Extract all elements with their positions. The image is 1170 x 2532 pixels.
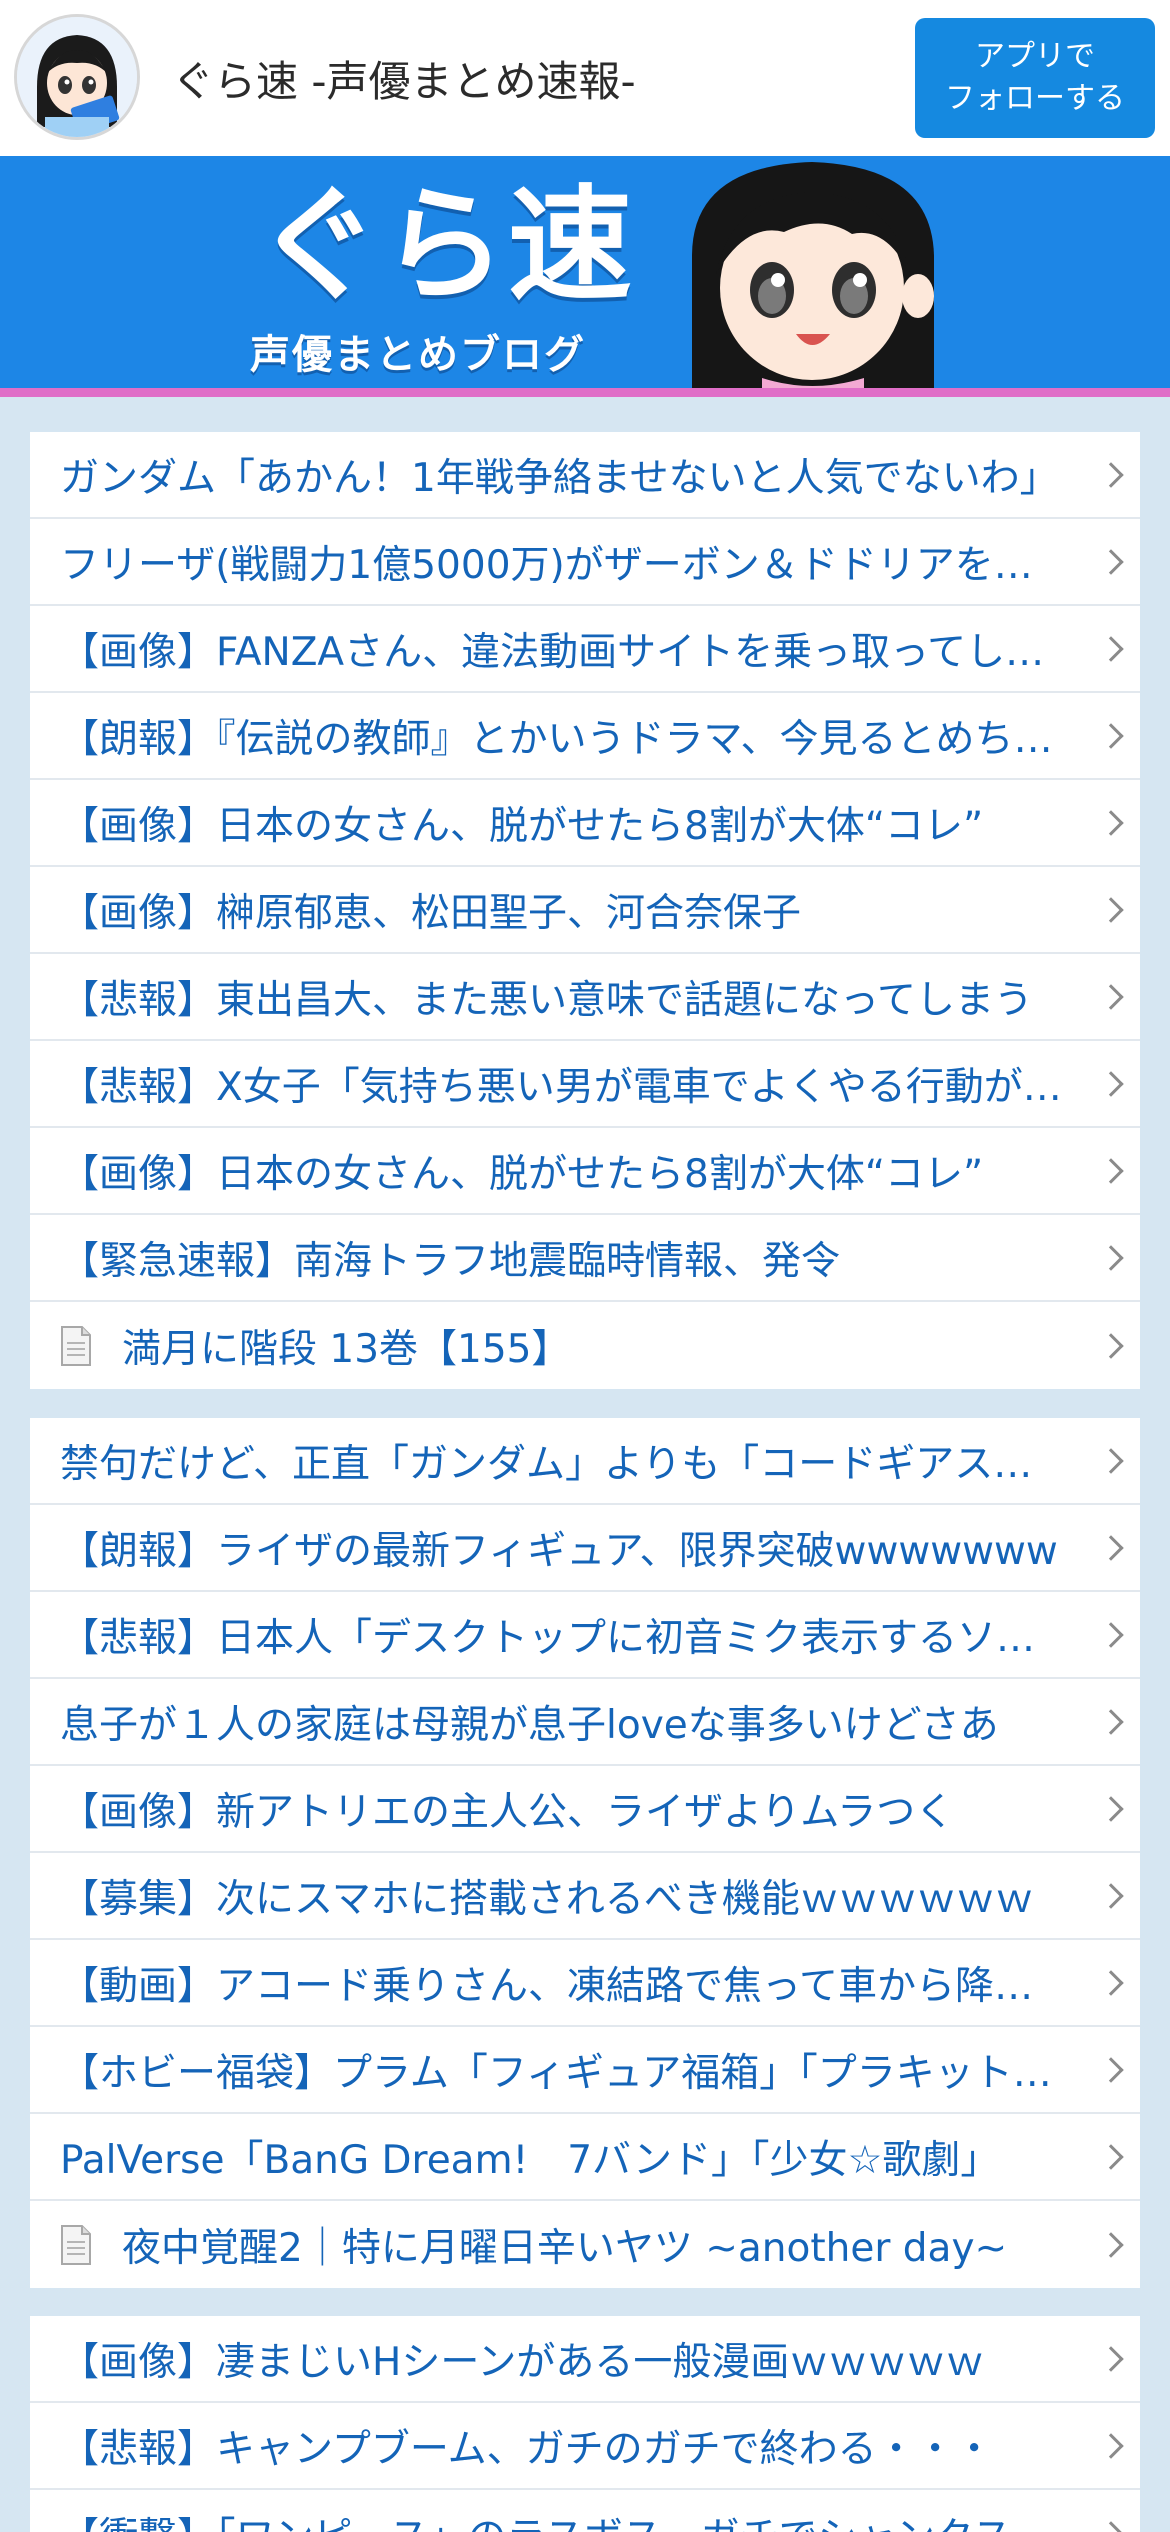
chevron-right-icon xyxy=(1098,1795,1124,1822)
list-item[interactable]: フリーザ(戦闘力1億5000万)がザーボン＆ドドリアを従えてた理由 xyxy=(30,519,1140,606)
banner-logo: ぐら速 xyxy=(256,174,635,318)
list-item[interactable]: 【朗報】ライザの最新フィギュア、限界突破wwwwwww xyxy=(30,1505,1140,1592)
article-list-2: 禁句だけど、正直「ガンダム」よりも「コードギアス」の方が面白い 【朗報】ライザの… xyxy=(30,1418,1140,2288)
article-title: 【画像】凄まじいHシーンがある一般漫画ｗｗｗｗｗ xyxy=(60,2339,985,2385)
chevron-right-icon xyxy=(1098,1244,1124,1271)
follow-button-line1: アプリで xyxy=(975,39,1095,74)
article-title: 【悲報】日本人「デスクトップに初音ミク表示するソフトがあります」 xyxy=(60,1615,1070,1661)
chevron-right-icon xyxy=(1098,635,1124,662)
list-item[interactable]: ガンダム「あかん！1年戦争絡ませないと人気でないわ」 xyxy=(30,432,1140,519)
chevron-right-icon xyxy=(1098,1157,1124,1184)
chevron-right-icon xyxy=(1098,983,1124,1010)
chevron-right-icon xyxy=(1098,1332,1124,1359)
article-list-3: 【画像】凄まじいHシーンがある一般漫画ｗｗｗｗｗ 【悲報】キャンプブーム、ガチの… xyxy=(30,2316,1140,2532)
article-title: 【悲報】X女子「気持ち悪い男が電車でよくやる行動がこちら」 xyxy=(60,1064,1070,1110)
list-item[interactable]: 【悲報】日本人「デスクトップに初音ミク表示するソフトがあります」 xyxy=(30,1592,1140,1679)
list-item[interactable]: 【募集】次にスマホに搭載されるべき機能ｗｗｗｗｗｗ xyxy=(30,1853,1140,1940)
article-title: 【募集】次にスマホに搭載されるべき機能ｗｗｗｗｗｗ xyxy=(60,1876,1034,1922)
article-title: 【朗報】『伝説の教師』とかいうドラマ、今見るとめちゃくちゃ面白い xyxy=(60,716,1070,762)
list-item[interactable]: 満月に階段 13巻【155】 xyxy=(30,1302,1140,1389)
article-title: 息子が１人の家庭は母親が息子loveな事多いけどさあ xyxy=(60,1702,999,1748)
document-icon xyxy=(61,2224,91,2265)
article-title: 【画像】新アトリエの主人公、ライザよりムラつく xyxy=(60,1789,955,1835)
chevron-right-icon xyxy=(1098,1070,1124,1097)
list-item[interactable]: 【悲報】東出昌大、また悪い意味で話題になってしまう xyxy=(30,954,1140,1041)
avatar-character-icon xyxy=(17,17,137,137)
chevron-right-icon xyxy=(1098,1882,1124,1909)
list-item[interactable]: 【緊急速報】南海トラフ地震臨時情報、発令 xyxy=(30,1215,1140,1302)
chevron-right-icon xyxy=(1098,461,1124,488)
article-title: 【悲報】キャンプブーム、ガチのガチで終わる・・・ xyxy=(60,2426,994,2472)
chevron-right-icon xyxy=(1098,722,1124,749)
list-item[interactable]: 【画像】日本の女さん、脱がせたら8割が大体“コレ” xyxy=(30,1128,1140,1215)
list-item[interactable]: 【画像】FANZAさん、違法動画サイトを乗っ取ってしまう xyxy=(30,606,1140,693)
article-title: 【動画】アコード乗りさん、凍結路で焦って車から降りる xyxy=(60,1963,1070,2009)
banner-accent-stripe xyxy=(0,388,1170,397)
follow-in-app-button[interactable]: アプリで フォローする xyxy=(915,18,1155,138)
article-title: 【悲報】東出昌大、また悪い意味で話題になってしまう xyxy=(60,977,1034,1023)
chevron-right-icon xyxy=(1098,548,1124,575)
mascot-character-icon xyxy=(692,162,934,388)
article-title: 【朗報】ライザの最新フィギュア、限界突破wwwwwww xyxy=(60,1528,1058,1574)
list-item[interactable]: 【朗報】『伝説の教師』とかいうドラマ、今見るとめちゃくちゃ面白い xyxy=(30,693,1140,780)
document-icon xyxy=(61,1325,91,1366)
banner-subtitle: 声優まとめブログ xyxy=(250,332,586,378)
chevron-right-icon xyxy=(1098,2143,1124,2170)
list-item[interactable]: 【衝撃】「ワンピース」のラスボス、ガチでシャンクス xyxy=(30,2490,1140,2532)
article-title: 【ホビー福袋】プラム「フィギュア福箱」「プラキット福箱」 xyxy=(60,2050,1070,2096)
list-item[interactable]: 禁句だけど、正直「ガンダム」よりも「コードギアス」の方が面白い xyxy=(30,1418,1140,1505)
chevron-right-icon xyxy=(1098,1969,1124,1996)
list-item[interactable]: 【動画】アコード乗りさん、凍結路で焦って車から降りる xyxy=(30,1940,1140,2027)
chevron-right-icon xyxy=(1098,1534,1124,1561)
article-title: 夜中覚醒2｜特に月曜日辛いヤツ ~another day~ xyxy=(122,2225,1008,2271)
chevron-right-icon xyxy=(1098,2520,1124,2532)
list-item[interactable]: 【画像】日本の女さん、脱がせたら8割が大体“コレ” xyxy=(30,780,1140,867)
site-title: ぐら速 -声優まとめ速報- xyxy=(172,57,636,106)
article-title: 【画像】日本の女さん、脱がせたら8割が大体“コレ” xyxy=(60,803,984,849)
follow-button-line2: フォローする xyxy=(945,81,1125,116)
chevron-right-icon xyxy=(1098,1621,1124,1648)
article-title: 禁句だけど、正直「ガンダム」よりも「コードギアス」の方が面白い xyxy=(60,1441,1070,1487)
chevron-right-icon xyxy=(1098,2056,1124,2083)
list-item[interactable]: PalVerse「BanG Dream! 7バンド」「少女☆歌劇」 xyxy=(30,2114,1140,2201)
article-title: 【緊急速報】南海トラフ地震臨時情報、発令 xyxy=(60,1238,841,1284)
article-list-1: ガンダム「あかん！1年戦争絡ませないと人気でないわ」 フリーザ(戦闘力1億500… xyxy=(30,432,1140,1389)
app-header: ぐら速 -声優まとめ速報- アプリで フォローする xyxy=(0,0,1170,156)
chevron-right-icon xyxy=(1098,2231,1124,2258)
list-item[interactable]: 【悲報】キャンプブーム、ガチのガチで終わる・・・ xyxy=(30,2403,1140,2490)
list-item[interactable]: 【画像】新アトリエの主人公、ライザよりムラつく xyxy=(30,1766,1140,1853)
list-item[interactable]: 【画像】凄まじいHシーンがある一般漫画ｗｗｗｗｗ xyxy=(30,2316,1140,2403)
article-title: PalVerse「BanG Dream! 7バンド」「少女☆歌劇」 xyxy=(60,2137,1000,2183)
article-title: 【衝撃】「ワンピース」のラスボス、ガチでシャンクス xyxy=(60,2506,1070,2532)
chevron-right-icon xyxy=(1098,896,1124,923)
chevron-right-icon xyxy=(1098,1447,1124,1474)
article-title: フリーザ(戦闘力1億5000万)がザーボン＆ドドリアを従えてた理由 xyxy=(60,542,1070,588)
list-item[interactable]: 夜中覚醒2｜特に月曜日辛いヤツ ~another day~ xyxy=(30,2201,1140,2288)
site-avatar[interactable] xyxy=(14,14,140,140)
list-item[interactable]: 【悲報】X女子「気持ち悪い男が電車でよくやる行動がこちら」 xyxy=(30,1041,1140,1128)
article-title: 満月に階段 13巻【155】 xyxy=(122,1326,571,1372)
chevron-right-icon xyxy=(1098,1708,1124,1735)
article-title: ガンダム「あかん！1年戦争絡ませないと人気でないわ」 xyxy=(60,455,1059,501)
list-item[interactable]: 【画像】榊原郁恵、松田聖子、河合奈保子 xyxy=(30,867,1140,954)
article-title: 【画像】榊原郁恵、松田聖子、河合奈保子 xyxy=(60,890,802,936)
list-item[interactable]: 【ホビー福袋】プラム「フィギュア福箱」「プラキット福箱」 xyxy=(30,2027,1140,2114)
chevron-right-icon xyxy=(1098,809,1124,836)
article-title: 【画像】FANZAさん、違法動画サイトを乗っ取ってしまう xyxy=(60,629,1070,675)
chevron-right-icon xyxy=(1098,2432,1124,2459)
chevron-right-icon xyxy=(1098,2345,1124,2372)
site-banner[interactable]: ぐら速 声優まとめブログ xyxy=(0,156,1170,388)
list-item[interactable]: 息子が１人の家庭は母親が息子loveな事多いけどさあ xyxy=(30,1679,1140,1766)
article-title: 【画像】日本の女さん、脱がせたら8割が大体“コレ” xyxy=(60,1151,984,1197)
